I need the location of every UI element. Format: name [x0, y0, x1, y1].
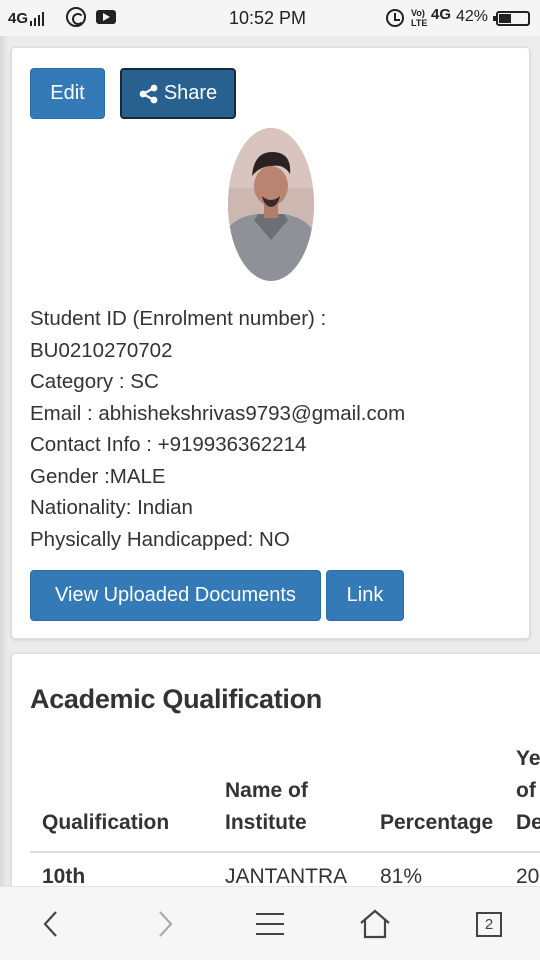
- menu-button[interactable]: [225, 887, 315, 960]
- row-qualification: 10th: [42, 865, 86, 886]
- category-text: Category : SC: [30, 370, 159, 393]
- menu-icon: [256, 913, 284, 935]
- tabs-button[interactable]: 2: [444, 887, 534, 960]
- back-button[interactable]: [6, 887, 96, 960]
- network-indicator: 4G: [8, 10, 45, 27]
- header-year-line2: of: [516, 779, 536, 802]
- share-icon: [139, 84, 158, 103]
- home-icon: [360, 909, 390, 939]
- battery-icon: [493, 11, 530, 26]
- contact-text: Contact Info : +919936362214: [30, 433, 307, 456]
- volte-indicator: Vo) LTE: [411, 8, 428, 28]
- whatsapp-icon: [66, 7, 86, 27]
- student-id-label: Student ID (Enrolment number) :: [30, 307, 327, 330]
- header-year: Ye of De: [516, 743, 540, 839]
- battery-percent: 42%: [456, 8, 489, 25]
- view-documents-button[interactable]: View Uploaded Documents: [30, 570, 321, 621]
- student-info: Student ID (Enrolment number) : BU021027…: [30, 303, 520, 555]
- browser-nav-bar: 2: [0, 886, 540, 960]
- academic-card: Academic Qualification Qualification Nam…: [11, 653, 540, 886]
- row-year: 20: [516, 865, 540, 886]
- profile-photo: [228, 128, 314, 281]
- share-label: Share: [163, 82, 218, 104]
- network-type: 4G: [8, 10, 29, 27]
- status-bar: 4G 10:52 PM Vo) LTE 4G 42%: [0, 0, 540, 36]
- header-institute-line2: Institute: [225, 811, 307, 834]
- section-title: Academic Qualification: [30, 684, 322, 714]
- header-institute: Name of Institute: [225, 775, 345, 839]
- row-percentage: 81%: [380, 865, 423, 886]
- home-button[interactable]: [330, 887, 420, 960]
- network-type-2: 4G: [431, 6, 452, 23]
- header-year-line3: De: [516, 811, 540, 834]
- edit-button[interactable]: Edit: [30, 68, 105, 119]
- email-text: Email : abhishekshrivas9793@gmail.com: [30, 401, 406, 425]
- alarm-icon: [386, 9, 404, 27]
- signal-icon: [30, 11, 45, 26]
- forward-button[interactable]: [120, 887, 210, 960]
- forward-icon: [159, 911, 173, 937]
- gender-text: Gender :MALE: [30, 464, 166, 488]
- row-institute: JANTANTRA: [225, 865, 348, 886]
- profile-card: Edit Share Student ID (Enrolment number)…: [11, 47, 530, 639]
- back-icon: [43, 911, 57, 937]
- link-button[interactable]: Link: [326, 570, 404, 621]
- header-institute-line1: Name of: [225, 779, 308, 802]
- student-id-value: BU0210270702: [30, 338, 173, 362]
- page-content[interactable]: Edit Share Student ID (Enrolment number)…: [0, 36, 540, 886]
- share-button[interactable]: Share: [120, 68, 236, 119]
- header-percentage: Percentage: [380, 811, 494, 834]
- handicapped-text: Physically Handicapped: NO: [30, 527, 290, 551]
- tabs-count: 2: [476, 911, 502, 937]
- header-year-line1: Ye: [516, 747, 540, 770]
- status-time: 10:52 PM: [229, 8, 307, 28]
- header-qualification: Qualification: [42, 811, 170, 834]
- youtube-icon: [96, 10, 116, 24]
- table-divider: [30, 851, 540, 853]
- nationality-text: Nationality: Indian: [30, 496, 193, 519]
- page-edge: [0, 36, 8, 886]
